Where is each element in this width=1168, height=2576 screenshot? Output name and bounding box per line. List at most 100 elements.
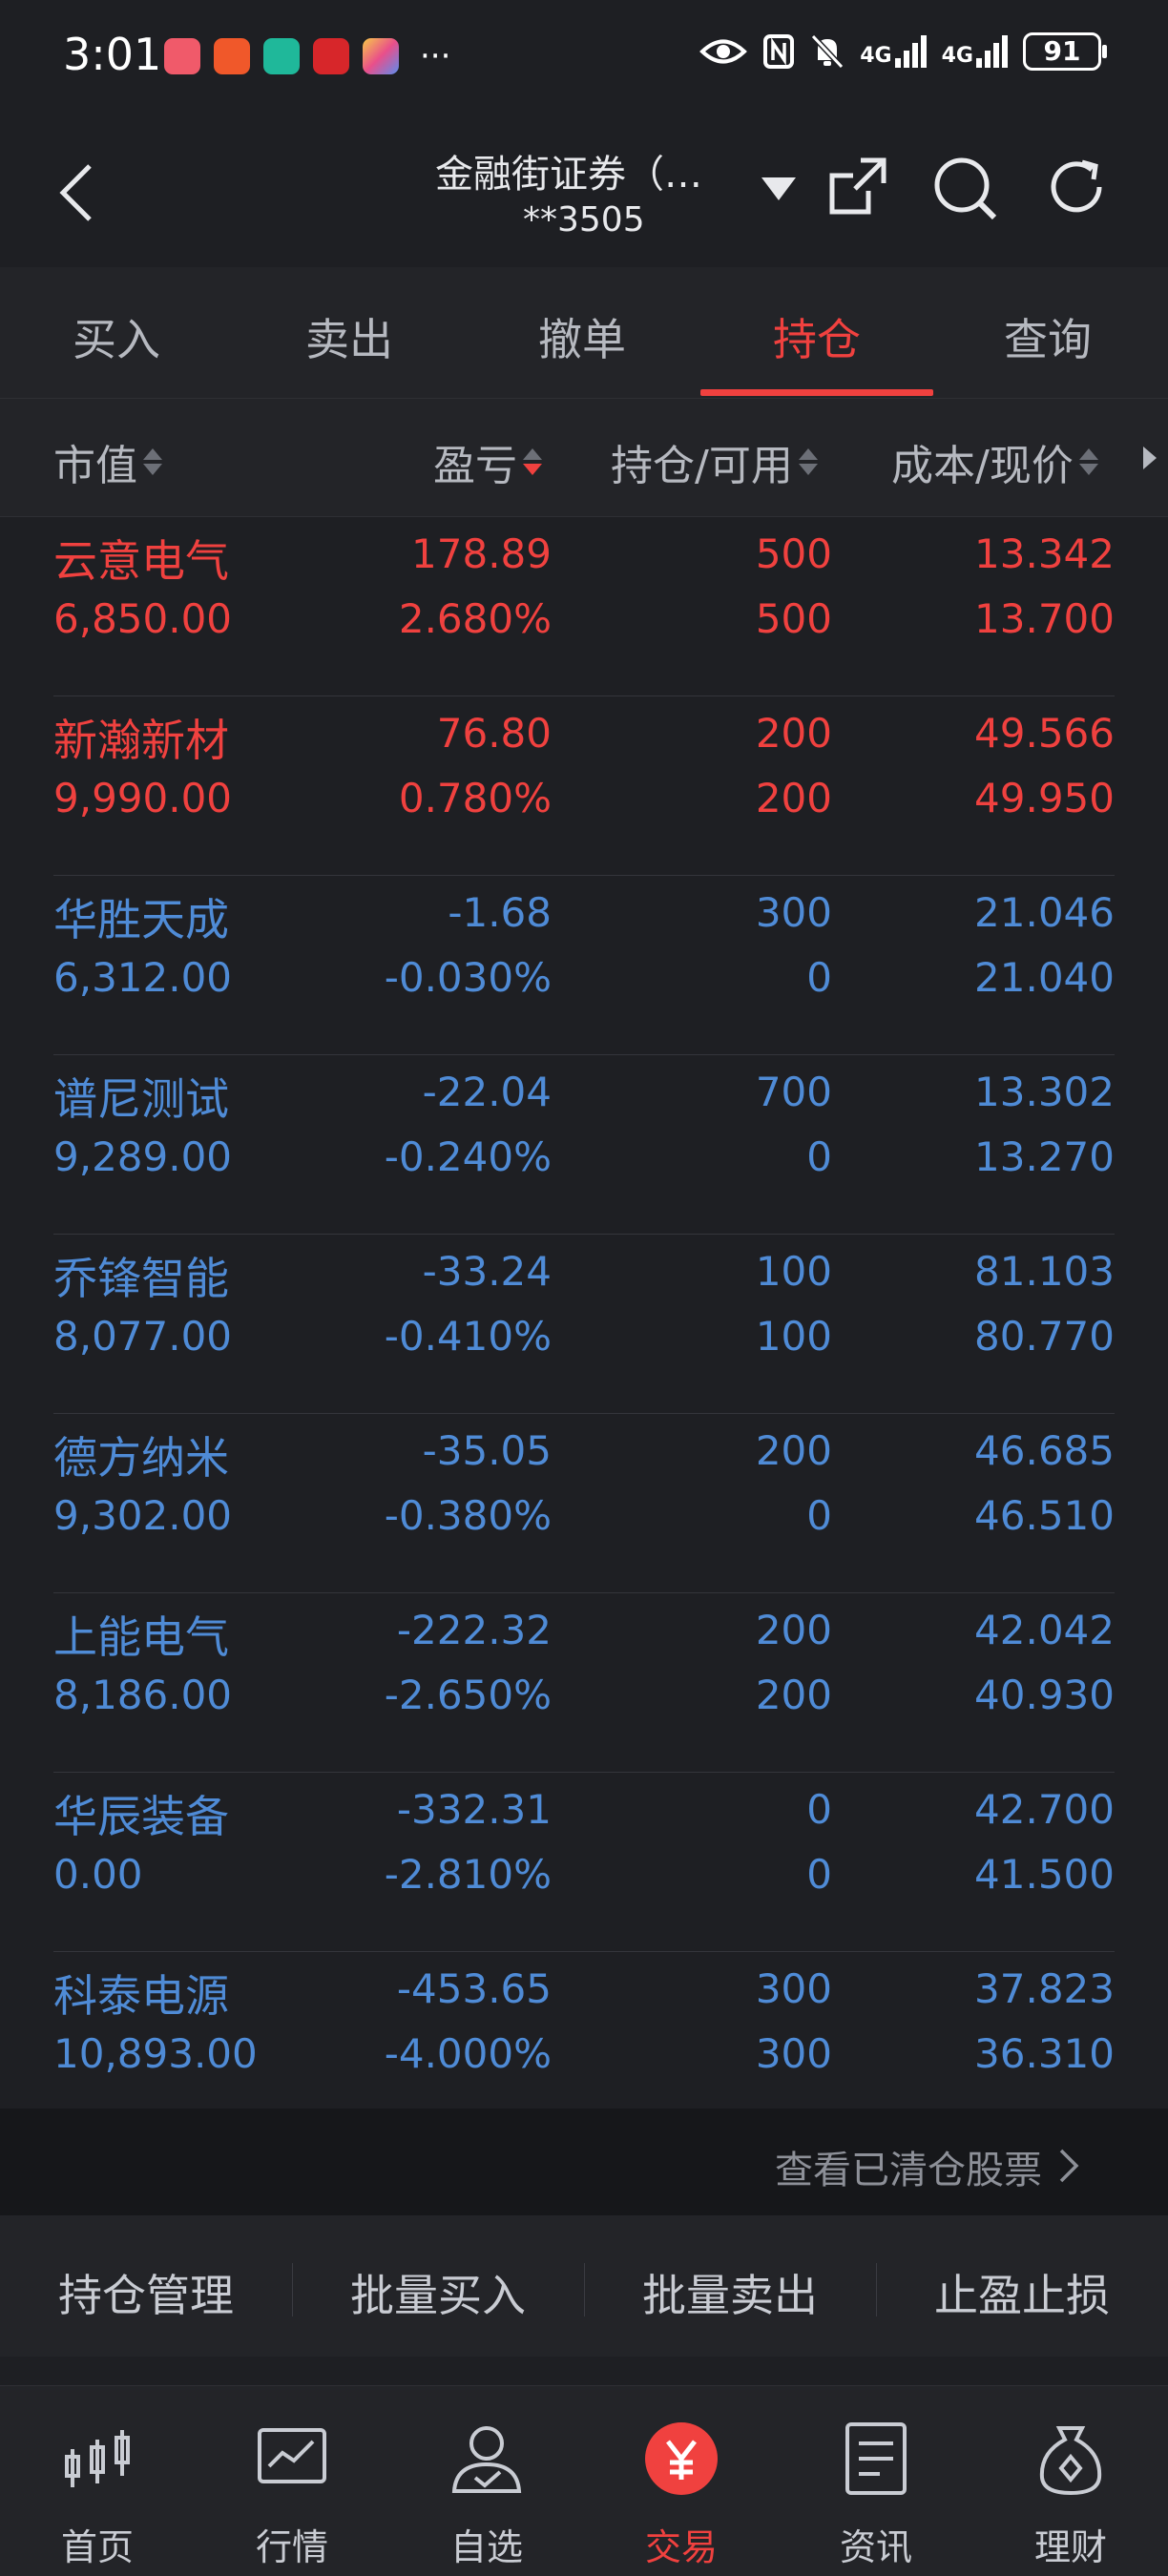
available-qty: 0 xyxy=(806,1133,832,1180)
take-profit-stop-loss-button[interactable]: 止盈止损 xyxy=(876,2261,1168,2324)
refresh-icon[interactable] xyxy=(1044,155,1109,219)
nav-label: 自选 xyxy=(449,2526,523,2568)
more-notifications-icon: ··· xyxy=(420,37,451,75)
network-type-label: 4G xyxy=(860,44,892,68)
profit-loss: 178.89 xyxy=(411,530,552,577)
profit-loss: -1.68 xyxy=(448,889,552,936)
nav-label: 资讯 xyxy=(839,2526,912,2568)
position-row[interactable]: 华辰装备 0.00 -332.31 -2.810% 0 0 42.700 41.… xyxy=(0,1773,1168,1952)
positions-table-header: 市值 盈亏 持仓/可用 成本/现价 xyxy=(0,399,1168,517)
position-row[interactable]: 乔锋智能 8,077.00 -33.24 -0.410% 100 100 81.… xyxy=(0,1235,1168,1414)
position-row[interactable]: 科泰电源 10,893.00 -453.65 -4.000% 300 300 3… xyxy=(0,1952,1168,2131)
eye-icon xyxy=(699,39,748,64)
stock-name: 上能电气 xyxy=(53,1611,229,1663)
position-row[interactable]: 新瀚新材 9,990.00 76.80 0.780% 200 200 49.56… xyxy=(0,696,1168,876)
position-row[interactable]: 云意电气 6,850.00 178.89 2.680% 500 500 13.3… xyxy=(0,517,1168,696)
candlestick-icon xyxy=(65,2430,130,2487)
nav-home[interactable]: 首页 xyxy=(0,2386,195,2576)
notification-icons: ··· xyxy=(164,38,450,74)
available-qty: 200 xyxy=(755,775,832,821)
column-market-value[interactable]: 市值 xyxy=(53,431,162,492)
position-qty: 200 xyxy=(755,710,832,757)
position-row[interactable]: 华胜天成 6,312.00 -1.68 -0.030% 300 0 21.046… xyxy=(0,876,1168,1055)
column-profit-loss[interactable]: 盈亏 xyxy=(433,431,542,492)
position-qty: 200 xyxy=(755,1607,832,1653)
batch-sell-button[interactable]: 批量卖出 xyxy=(584,2261,876,2324)
account-number[interactable]: **3505 xyxy=(523,200,645,239)
nav-watchlist[interactable]: 自选 xyxy=(389,2386,584,2576)
column-cost-price[interactable]: 成本/现价 xyxy=(891,431,1098,492)
profit-loss: -222.32 xyxy=(396,1607,552,1653)
market-value: 9,990.00 xyxy=(53,775,233,821)
battery-icon: 91 xyxy=(1023,32,1107,71)
cleared-stocks-link[interactable]: 查看已清仓股票 xyxy=(0,2109,1168,2215)
nav-label: 首页 xyxy=(60,2526,134,2568)
batch-buy-button[interactable]: 批量买入 xyxy=(292,2261,584,2324)
stock-name: 华胜天成 xyxy=(53,894,229,945)
stock-name: 新瀚新材 xyxy=(53,715,229,766)
back-icon[interactable] xyxy=(57,162,95,223)
market-value: 9,302.00 xyxy=(53,1492,233,1539)
cost-price: 46.685 xyxy=(974,1427,1115,1474)
stock-name: 华辰装备 xyxy=(53,1791,229,1842)
nav-market[interactable]: 行情 xyxy=(195,2386,389,2576)
current-price: 21.040 xyxy=(974,954,1115,1001)
column-position-available[interactable]: 持仓/可用 xyxy=(611,431,818,492)
manage-positions-button[interactable]: 持仓管理 xyxy=(0,2261,292,2324)
profit-loss-percent: -0.380% xyxy=(384,1492,552,1539)
stock-name: 德方纳米 xyxy=(53,1432,229,1484)
market-value: 9,289.00 xyxy=(53,1133,233,1180)
tab-cancel-order[interactable]: 撤单 xyxy=(487,305,678,368)
market-value: 8,186.00 xyxy=(53,1672,233,1718)
nav-news[interactable]: 资讯 xyxy=(779,2386,973,2576)
sort-icon xyxy=(1078,448,1098,475)
yen-icon xyxy=(645,2422,718,2495)
active-tab-indicator xyxy=(700,389,933,396)
tab-sell[interactable]: 卖出 xyxy=(254,305,445,368)
broker-name[interactable]: 金融街证券（… xyxy=(435,143,702,198)
tab-query[interactable]: 查询 xyxy=(952,305,1143,368)
cost-price: 13.342 xyxy=(974,530,1115,577)
app-notification-icon xyxy=(214,38,250,74)
search-icon[interactable] xyxy=(931,155,998,221)
stock-name: 云意电气 xyxy=(53,535,229,587)
more-columns-icon[interactable] xyxy=(1143,447,1157,469)
tab-positions[interactable]: 持仓 xyxy=(721,305,912,368)
account-dropdown-icon[interactable] xyxy=(761,177,796,200)
position-row[interactable]: 谱尼测试 9,289.00 -22.04 -0.240% 700 0 13.30… xyxy=(0,1055,1168,1235)
column-label: 市值 xyxy=(53,442,137,490)
position-qty: 200 xyxy=(755,1427,832,1474)
market-value: 6,312.00 xyxy=(53,954,233,1001)
position-row[interactable]: 上能电气 8,186.00 -222.32 -2.650% 200 200 42… xyxy=(0,1593,1168,1773)
nav-wealth[interactable]: 理财 xyxy=(973,2386,1168,2576)
nav-label: 交易 xyxy=(644,2526,718,2568)
stock-name: 科泰电源 xyxy=(53,1970,229,2022)
current-price: 49.950 xyxy=(974,775,1115,821)
column-label: 盈亏 xyxy=(433,442,517,490)
nfc-icon xyxy=(763,34,795,69)
share-icon[interactable] xyxy=(826,155,889,218)
profit-loss-percent: -0.030% xyxy=(384,954,552,1001)
profit-loss: 76.80 xyxy=(436,710,552,757)
nav-label: 理财 xyxy=(1033,2526,1107,2568)
profit-loss: -22.04 xyxy=(422,1069,552,1115)
tab-buy[interactable]: 买入 xyxy=(21,305,212,368)
profit-loss: -453.65 xyxy=(396,1965,552,2012)
app-notification-icon xyxy=(363,38,399,74)
available-qty: 200 xyxy=(755,1672,832,1718)
available-qty: 300 xyxy=(755,2030,832,2077)
position-row[interactable]: 德方纳米 9,302.00 -35.05 -0.380% 200 0 46.68… xyxy=(0,1414,1168,1593)
cost-price: 49.566 xyxy=(974,710,1115,757)
positions-list: 云意电气 6,850.00 178.89 2.680% 500 500 13.3… xyxy=(0,517,1168,2109)
position-actions-bar: 持仓管理 批量买入 批量卖出 止盈止损 xyxy=(0,2215,1168,2357)
profit-loss: -332.31 xyxy=(396,1786,552,1833)
nav-trade[interactable]: 交易 xyxy=(584,2386,779,2576)
chart-icon xyxy=(258,2428,326,2483)
status-time: 3:01 xyxy=(63,29,162,80)
profit-loss-percent: -2.810% xyxy=(384,1851,552,1898)
status-bar: 3:01 ··· 4G 4G 91 xyxy=(0,0,1168,114)
position-qty: 0 xyxy=(806,1786,832,1833)
app-notification-icon xyxy=(164,38,200,74)
cost-price: 42.042 xyxy=(974,1607,1115,1653)
market-value: 10,893.00 xyxy=(53,2030,258,2077)
